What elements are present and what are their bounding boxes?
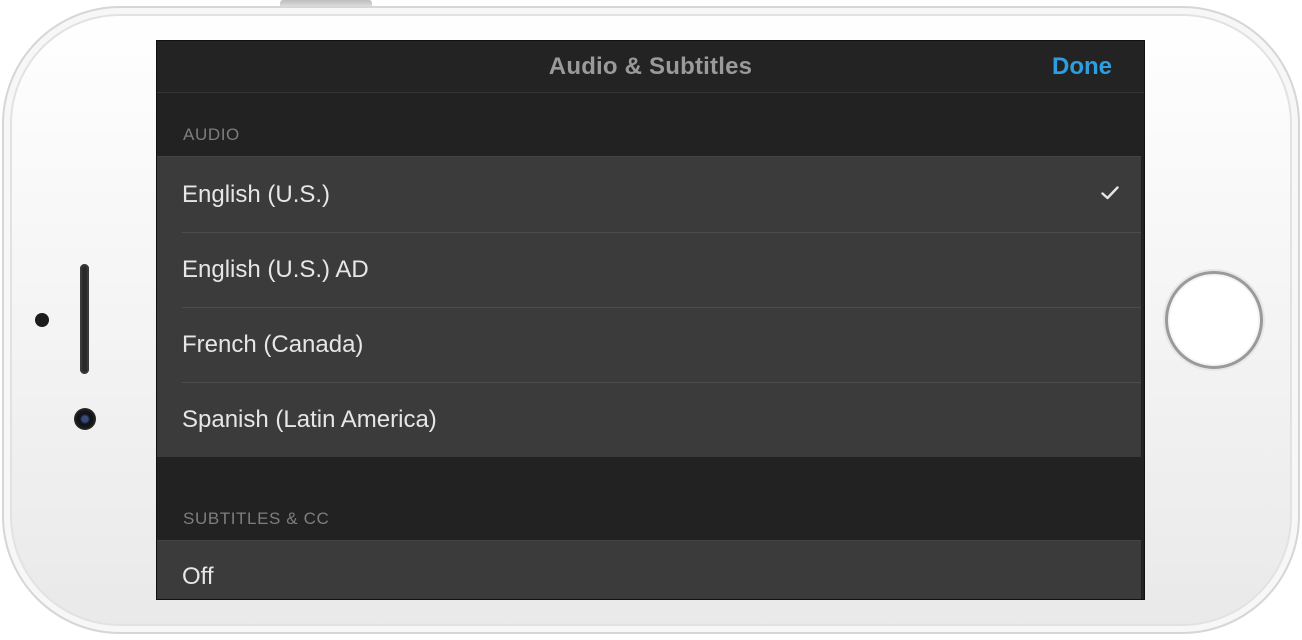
audio-option-spanish-latin-america[interactable]: Spanish (Latin America) <box>157 382 1141 457</box>
device-frame: Audio & Subtitles Done AUDIO English (U.… <box>0 0 1302 640</box>
audio-list: English (U.S.) English (U.S.) AD French … <box>157 156 1141 457</box>
subtitles-list: Off <box>157 540 1141 599</box>
done-button[interactable]: Done <box>1052 41 1112 93</box>
navigation-bar: Audio & Subtitles Done <box>157 41 1144 93</box>
audio-header-label: AUDIO <box>183 125 240 144</box>
audio-subtitles-screen: Audio & Subtitles Done AUDIO English (U.… <box>156 40 1145 600</box>
proximity-sensor <box>35 313 49 327</box>
option-label: French (Canada) <box>182 331 364 358</box>
option-label: Spanish (Latin America) <box>182 406 437 433</box>
option-label: Off <box>182 563 214 590</box>
checkmark-icon <box>1101 186 1119 200</box>
front-camera-icon <box>74 408 96 430</box>
subtitles-section-header: SUBTITLES & CC <box>157 457 1144 540</box>
audio-section-header: AUDIO <box>157 93 1144 156</box>
audio-option-english-us[interactable]: English (U.S.) <box>157 157 1141 232</box>
power-button <box>280 0 372 6</box>
subtitles-header-label: SUBTITLES & CC <box>183 509 330 528</box>
earpiece-speaker <box>80 264 89 374</box>
option-label: English (U.S.) <box>182 181 331 208</box>
audio-option-french-canada[interactable]: French (Canada) <box>157 307 1141 382</box>
home-button[interactable] <box>1165 271 1263 369</box>
subtitle-option-off[interactable]: Off <box>157 541 1141 599</box>
option-label: English (U.S.) AD <box>182 256 369 283</box>
page-title: Audio & Subtitles <box>548 53 753 80</box>
audio-option-english-us-ad[interactable]: English (U.S.) AD <box>157 232 1141 307</box>
